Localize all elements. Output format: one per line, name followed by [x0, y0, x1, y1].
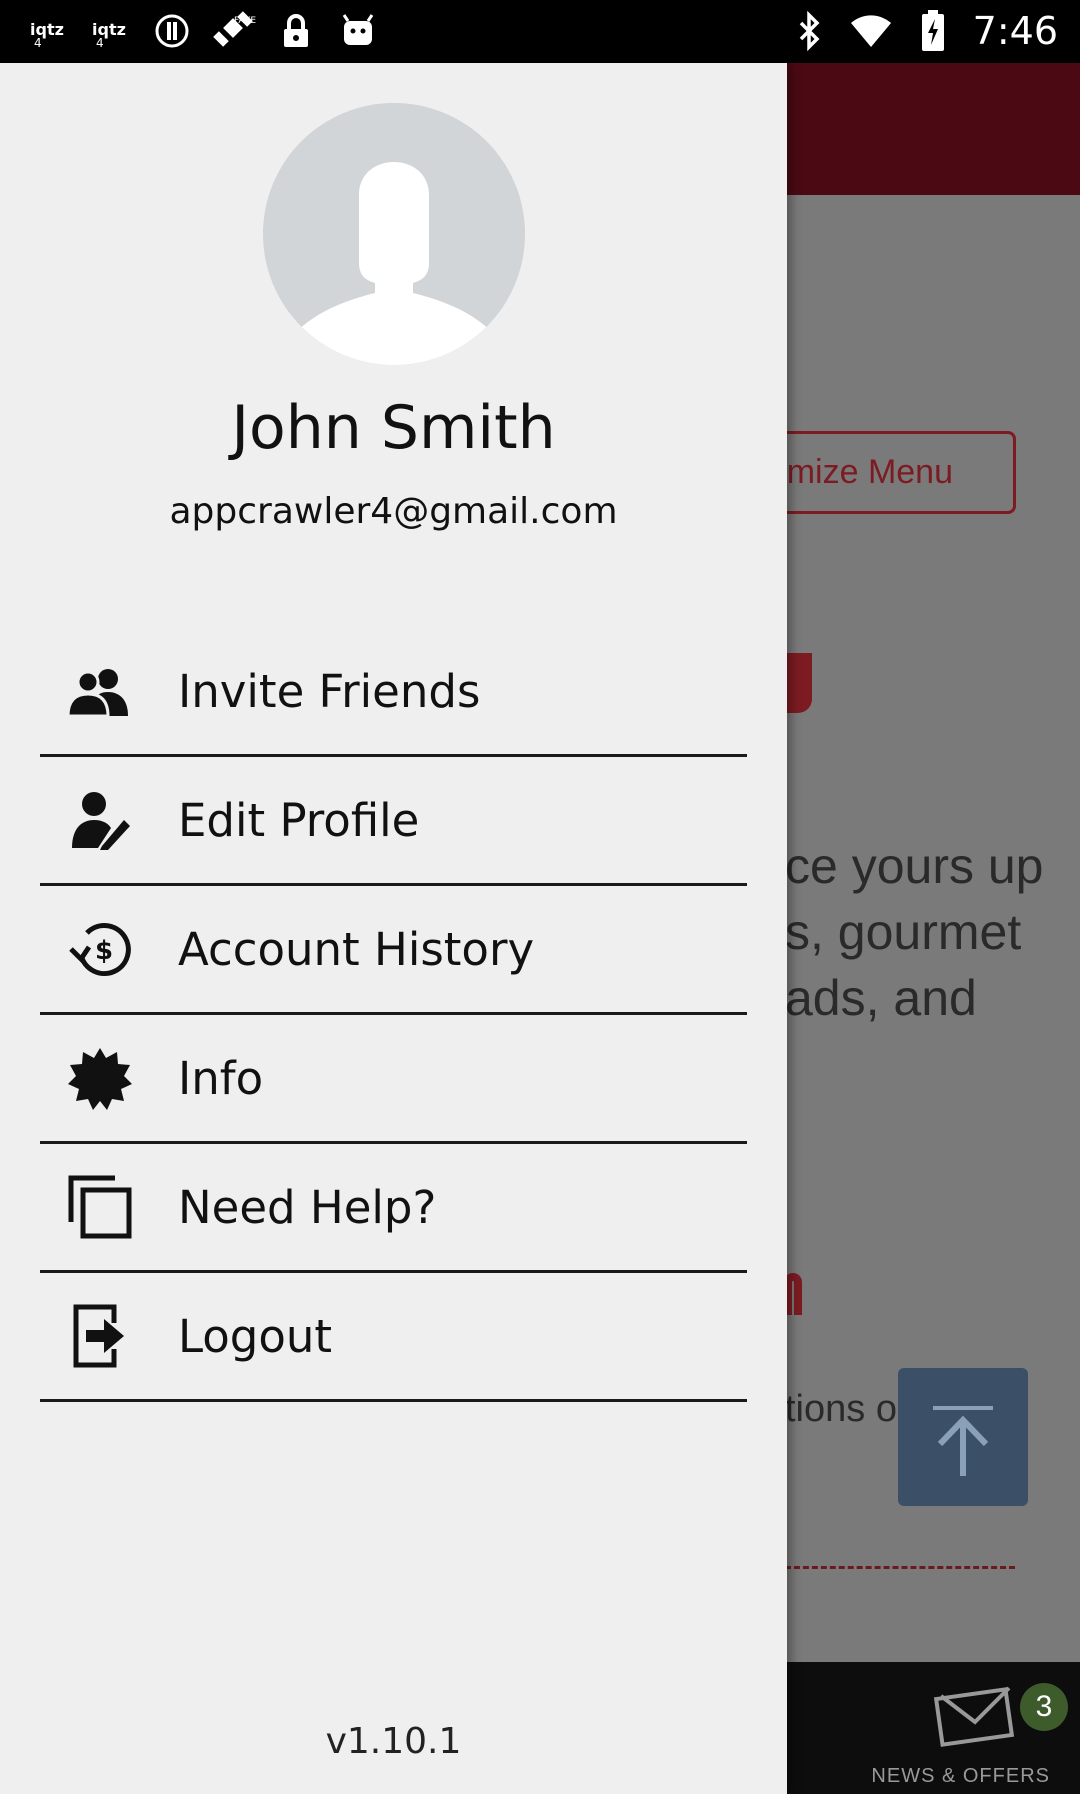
logout-icon: [60, 1301, 140, 1371]
svg-text:4: 4: [96, 36, 104, 49]
people-icon: [60, 656, 140, 726]
arrow-up-icon: [933, 1406, 993, 1476]
mail-icon: [933, 1686, 1015, 1747]
app-version: v1.10.1: [325, 1721, 462, 1762]
menu-item-need-help[interactable]: Need Help?: [40, 1144, 747, 1273]
dollar-history-icon: $: [60, 914, 140, 984]
scroll-to-top-button[interactable]: [898, 1368, 1028, 1506]
battery-icon: [911, 10, 955, 51]
user-name: John Smith: [231, 393, 556, 463]
status-bar: iqtz 4 iqtz 4 FAKE 7:46: [0, 0, 1080, 63]
menu-item-edit-profile[interactable]: Edit Profile: [40, 757, 747, 886]
default-avatar-icon: [263, 103, 525, 365]
menu-label: Info: [178, 1051, 264, 1105]
edit-profile-icon: [60, 785, 140, 855]
svg-text:4: 4: [34, 36, 42, 49]
customize-menu-button[interactable]: mize Menu: [760, 431, 1016, 514]
iqtz-icon: iqtz 4: [88, 11, 132, 51]
satellite-icon: FAKE: [212, 11, 256, 51]
menu-label: Logout: [178, 1309, 333, 1363]
menu-label: Need Help?: [178, 1180, 437, 1234]
menu-label: Invite Friends: [178, 664, 481, 718]
copy-icon: [60, 1172, 140, 1242]
status-icons-left: iqtz 4 iqtz 4 FAKE: [26, 8, 380, 54]
menu-label: Account History: [178, 922, 535, 976]
menu-item-account-history[interactable]: $ Account History: [40, 886, 747, 1015]
svg-text:FAKE: FAKE: [234, 16, 256, 26]
navigation-drawer: John Smith appcrawler4@gmail.com Invite …: [0, 63, 787, 1794]
clock-time: 7:46: [972, 9, 1058, 53]
drawer-menu: Invite Friends Edit Profile $ Account Hi…: [40, 628, 747, 1402]
status-icons-right: 7:46: [787, 6, 1058, 56]
avatar[interactable]: [263, 103, 525, 365]
menu-item-info[interactable]: Info: [40, 1015, 747, 1144]
tab-news-offers[interactable]: NEWS & OFFERS: [871, 1765, 1050, 1788]
lock-icon: [274, 11, 318, 51]
starburst-icon: [60, 1043, 140, 1113]
wifi-icon: [849, 11, 893, 51]
bluetooth-icon: [787, 11, 831, 51]
iqtz-icon: iqtz 4: [26, 11, 70, 51]
svg-text:$: $: [95, 936, 113, 966]
notification-badge: 3: [1020, 1683, 1068, 1731]
user-email: appcrawler4@gmail.com: [169, 491, 618, 532]
dashed-divider: [785, 1566, 1015, 1569]
alert-circle-icon: [150, 11, 194, 51]
intro-text: ce yours up s, gourmet ads, and: [785, 838, 1044, 1026]
menu-item-invite-friends[interactable]: Invite Friends: [40, 628, 747, 757]
menu-item-logout[interactable]: Logout: [40, 1273, 747, 1402]
menu-label: Edit Profile: [178, 793, 420, 847]
android-icon: [336, 11, 380, 51]
